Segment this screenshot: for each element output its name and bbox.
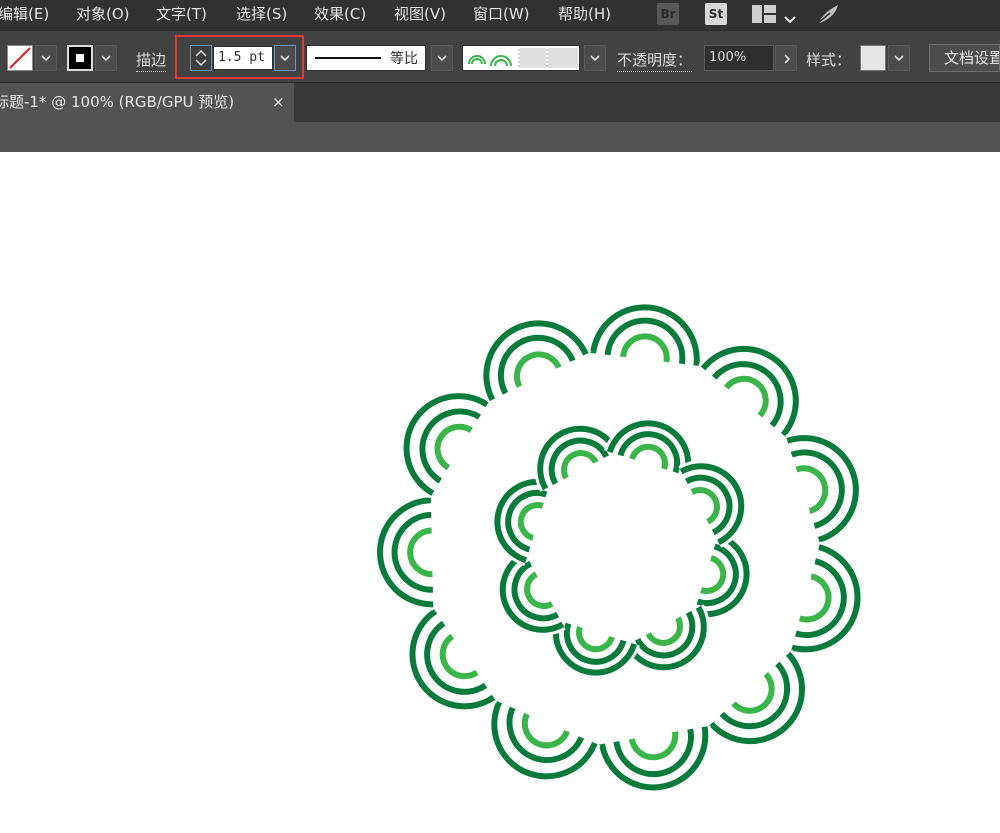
document-tab-bar: 标题-1* @ 100% (RGB/GPU 预览) × bbox=[0, 82, 1000, 123]
menu-help[interactable]: 帮助(H) bbox=[558, 0, 611, 30]
style-dropdown-button[interactable] bbox=[888, 45, 910, 71]
menu-bar: 编辑(E) 对象(O) 文字(T) 选择(S) 效果(C) 视图(V) 窗口(W… bbox=[0, 0, 1000, 30]
brush-definition-field[interactable] bbox=[462, 45, 580, 71]
opacity-flyout-button[interactable] bbox=[775, 45, 797, 71]
close-icon[interactable]: × bbox=[272, 83, 285, 121]
center-disc bbox=[562, 490, 678, 606]
opacity-input[interactable]: 100% bbox=[704, 45, 774, 71]
fill-swatch[interactable] bbox=[7, 45, 33, 71]
fill-dropdown-button[interactable] bbox=[35, 45, 57, 71]
menu-select[interactable]: 选择(S) bbox=[236, 0, 287, 30]
menu-type[interactable]: 文字(T) bbox=[156, 0, 207, 30]
stroke-weight-highlight bbox=[175, 35, 304, 79]
inner-scallop-3-backing bbox=[496, 548, 566, 636]
pasteboard-strip bbox=[0, 122, 1000, 153]
artboard-canvas bbox=[0, 152, 1000, 833]
stroke-swatch[interactable] bbox=[67, 45, 93, 71]
stock-icon[interactable]: St bbox=[705, 3, 727, 25]
document-tab-title: 标题-1* @ 100% (RGB/GPU 预览) bbox=[0, 93, 235, 111]
profile-line bbox=[315, 57, 381, 59]
menu-window[interactable]: 窗口(W) bbox=[473, 0, 530, 30]
style-label: 样式： bbox=[806, 51, 852, 69]
control-bar: 描边 1.5 pt 等比 不透明度： 100% 样式： 文档设置 bbox=[0, 30, 1000, 83]
inner-scallop-5-backing bbox=[534, 422, 622, 492]
brush-preview-icon bbox=[468, 55, 512, 67]
chevron-down-icon[interactable] bbox=[784, 9, 796, 28]
artwork-svg bbox=[374, 299, 865, 794]
document-setup-button[interactable]: 文档设置 bbox=[929, 44, 1000, 72]
document-tab[interactable]: 标题-1* @ 100% (RGB/GPU 预览) × bbox=[0, 83, 294, 123]
inner-scallop-1-backing bbox=[622, 604, 710, 674]
stroke-dropdown-button[interactable] bbox=[95, 45, 117, 71]
layout-grid-icon[interactable] bbox=[752, 5, 776, 27]
menu-effect[interactable]: 效果(C) bbox=[314, 0, 366, 30]
stroke-label[interactable]: 描边 bbox=[136, 49, 167, 72]
profile-label: 等比 bbox=[390, 51, 418, 67]
brush-dropdown-button[interactable] bbox=[584, 45, 606, 71]
outer-scallop-6-backing bbox=[488, 699, 601, 781]
stroke-profile-field[interactable]: 等比 bbox=[306, 45, 426, 71]
inner-scallop-7-backing bbox=[678, 460, 748, 548]
seigaiha-flower-artwork bbox=[374, 299, 865, 794]
profile-dropdown-button[interactable] bbox=[431, 45, 453, 71]
stroke-swatch-inner bbox=[76, 54, 84, 62]
graphic-style-swatch[interactable] bbox=[860, 45, 886, 71]
menu-object[interactable]: 对象(O) bbox=[76, 0, 130, 30]
menu-view[interactable]: 视图(V) bbox=[394, 0, 446, 30]
bridge-icon[interactable]: Br bbox=[657, 3, 679, 25]
opacity-label[interactable]: 不透明度： bbox=[617, 49, 693, 72]
menu-edit[interactable]: 编辑(E) bbox=[0, 0, 49, 30]
feather-brush-icon[interactable] bbox=[816, 3, 842, 29]
